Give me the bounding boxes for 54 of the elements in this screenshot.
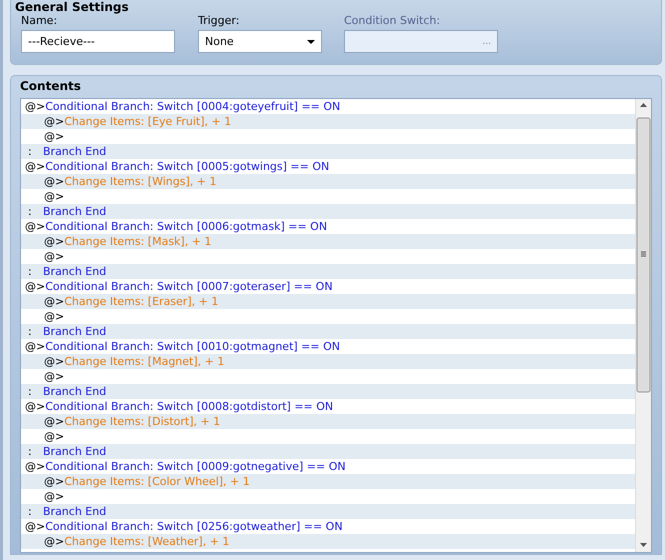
name-field[interactable]: ---Recieve---: [21, 30, 175, 53]
branch-end[interactable]: Branch End: [43, 204, 106, 219]
branch-end[interactable]: Branch End: [43, 444, 106, 459]
conditional-branch[interactable]: Conditional Branch: Switch [0256:gotweather] == ON: [45, 519, 343, 534]
command-marker: @>: [25, 99, 46, 114]
command-marker: :: [27, 264, 33, 279]
section-title: Contents: [20, 79, 82, 93]
command-marker: :: [27, 204, 33, 219]
scrollbar[interactable]: [635, 99, 651, 552]
command-marker: @>: [25, 279, 46, 294]
command-marker: @>: [25, 339, 46, 354]
command-marker: :: [27, 144, 33, 159]
command-marker: @>: [44, 354, 64, 369]
trigger-dropdown[interactable]: None: [198, 30, 322, 53]
caret-icon: [307, 40, 315, 44]
conditional-branch[interactable]: Conditional Branch: Switch [0005:gotwings] == ON: [45, 159, 330, 174]
command-marker: @>: [25, 519, 46, 534]
command-marker: @>: [44, 249, 64, 264]
command-marker: @>: [44, 294, 64, 309]
command-marker: @>: [44, 129, 64, 144]
command-marker: :: [27, 444, 33, 459]
conditional-branch[interactable]: Conditional Branch: Switch [0006:gotmask] == ON: [45, 219, 328, 234]
conditional-branch[interactable]: Conditional Branch: Switch [0009:gotnegative] == ON: [45, 459, 346, 474]
command-marker: @>: [44, 309, 64, 324]
branch-end[interactable]: Branch End: [43, 144, 106, 159]
branch-end[interactable]: Branch End: [43, 324, 106, 339]
conditional-branch[interactable]: Conditional Branch: Switch [0004:goteyefruit] == ON: [45, 99, 340, 114]
command-marker: @>: [44, 174, 64, 189]
field-label: Condition Switch:: [344, 14, 442, 28]
command-marker: @>: [44, 114, 64, 129]
branch-end[interactable]: Branch End: [43, 264, 106, 279]
field-label: Name:: [21, 14, 58, 28]
branch-end[interactable]: Branch End: [43, 504, 106, 519]
field-label: Trigger:: [198, 14, 240, 28]
command-marker: :: [27, 384, 33, 399]
section-title: General Settings: [15, 0, 129, 14]
command-marker: @>: [25, 399, 46, 414]
command-marker: :: [27, 324, 33, 339]
command-marker: @>: [25, 159, 46, 174]
conditional-branch[interactable]: Conditional Branch: Switch [0008:gotdistort] == ON: [45, 399, 334, 414]
command-marker: @>: [44, 489, 64, 504]
command-marker: @>: [25, 459, 46, 474]
conditional-branch[interactable]: Conditional Branch: Switch [0007:goteraser] == ON: [45, 279, 333, 294]
command-marker: @>: [44, 534, 64, 549]
command-marker: @>: [44, 189, 64, 204]
command-marker: @>: [44, 474, 64, 489]
command-marker: @>: [44, 414, 64, 429]
branch-end[interactable]: Branch End: [43, 384, 106, 399]
conditional-branch[interactable]: Conditional Branch: Switch [0010:gotmagnet] == ON: [45, 339, 340, 354]
command-marker: @>: [44, 429, 64, 444]
command-marker: :: [27, 504, 33, 519]
command-marker: @>: [44, 234, 64, 249]
command-marker: @>: [44, 369, 64, 384]
command-marker: @>: [25, 219, 46, 234]
